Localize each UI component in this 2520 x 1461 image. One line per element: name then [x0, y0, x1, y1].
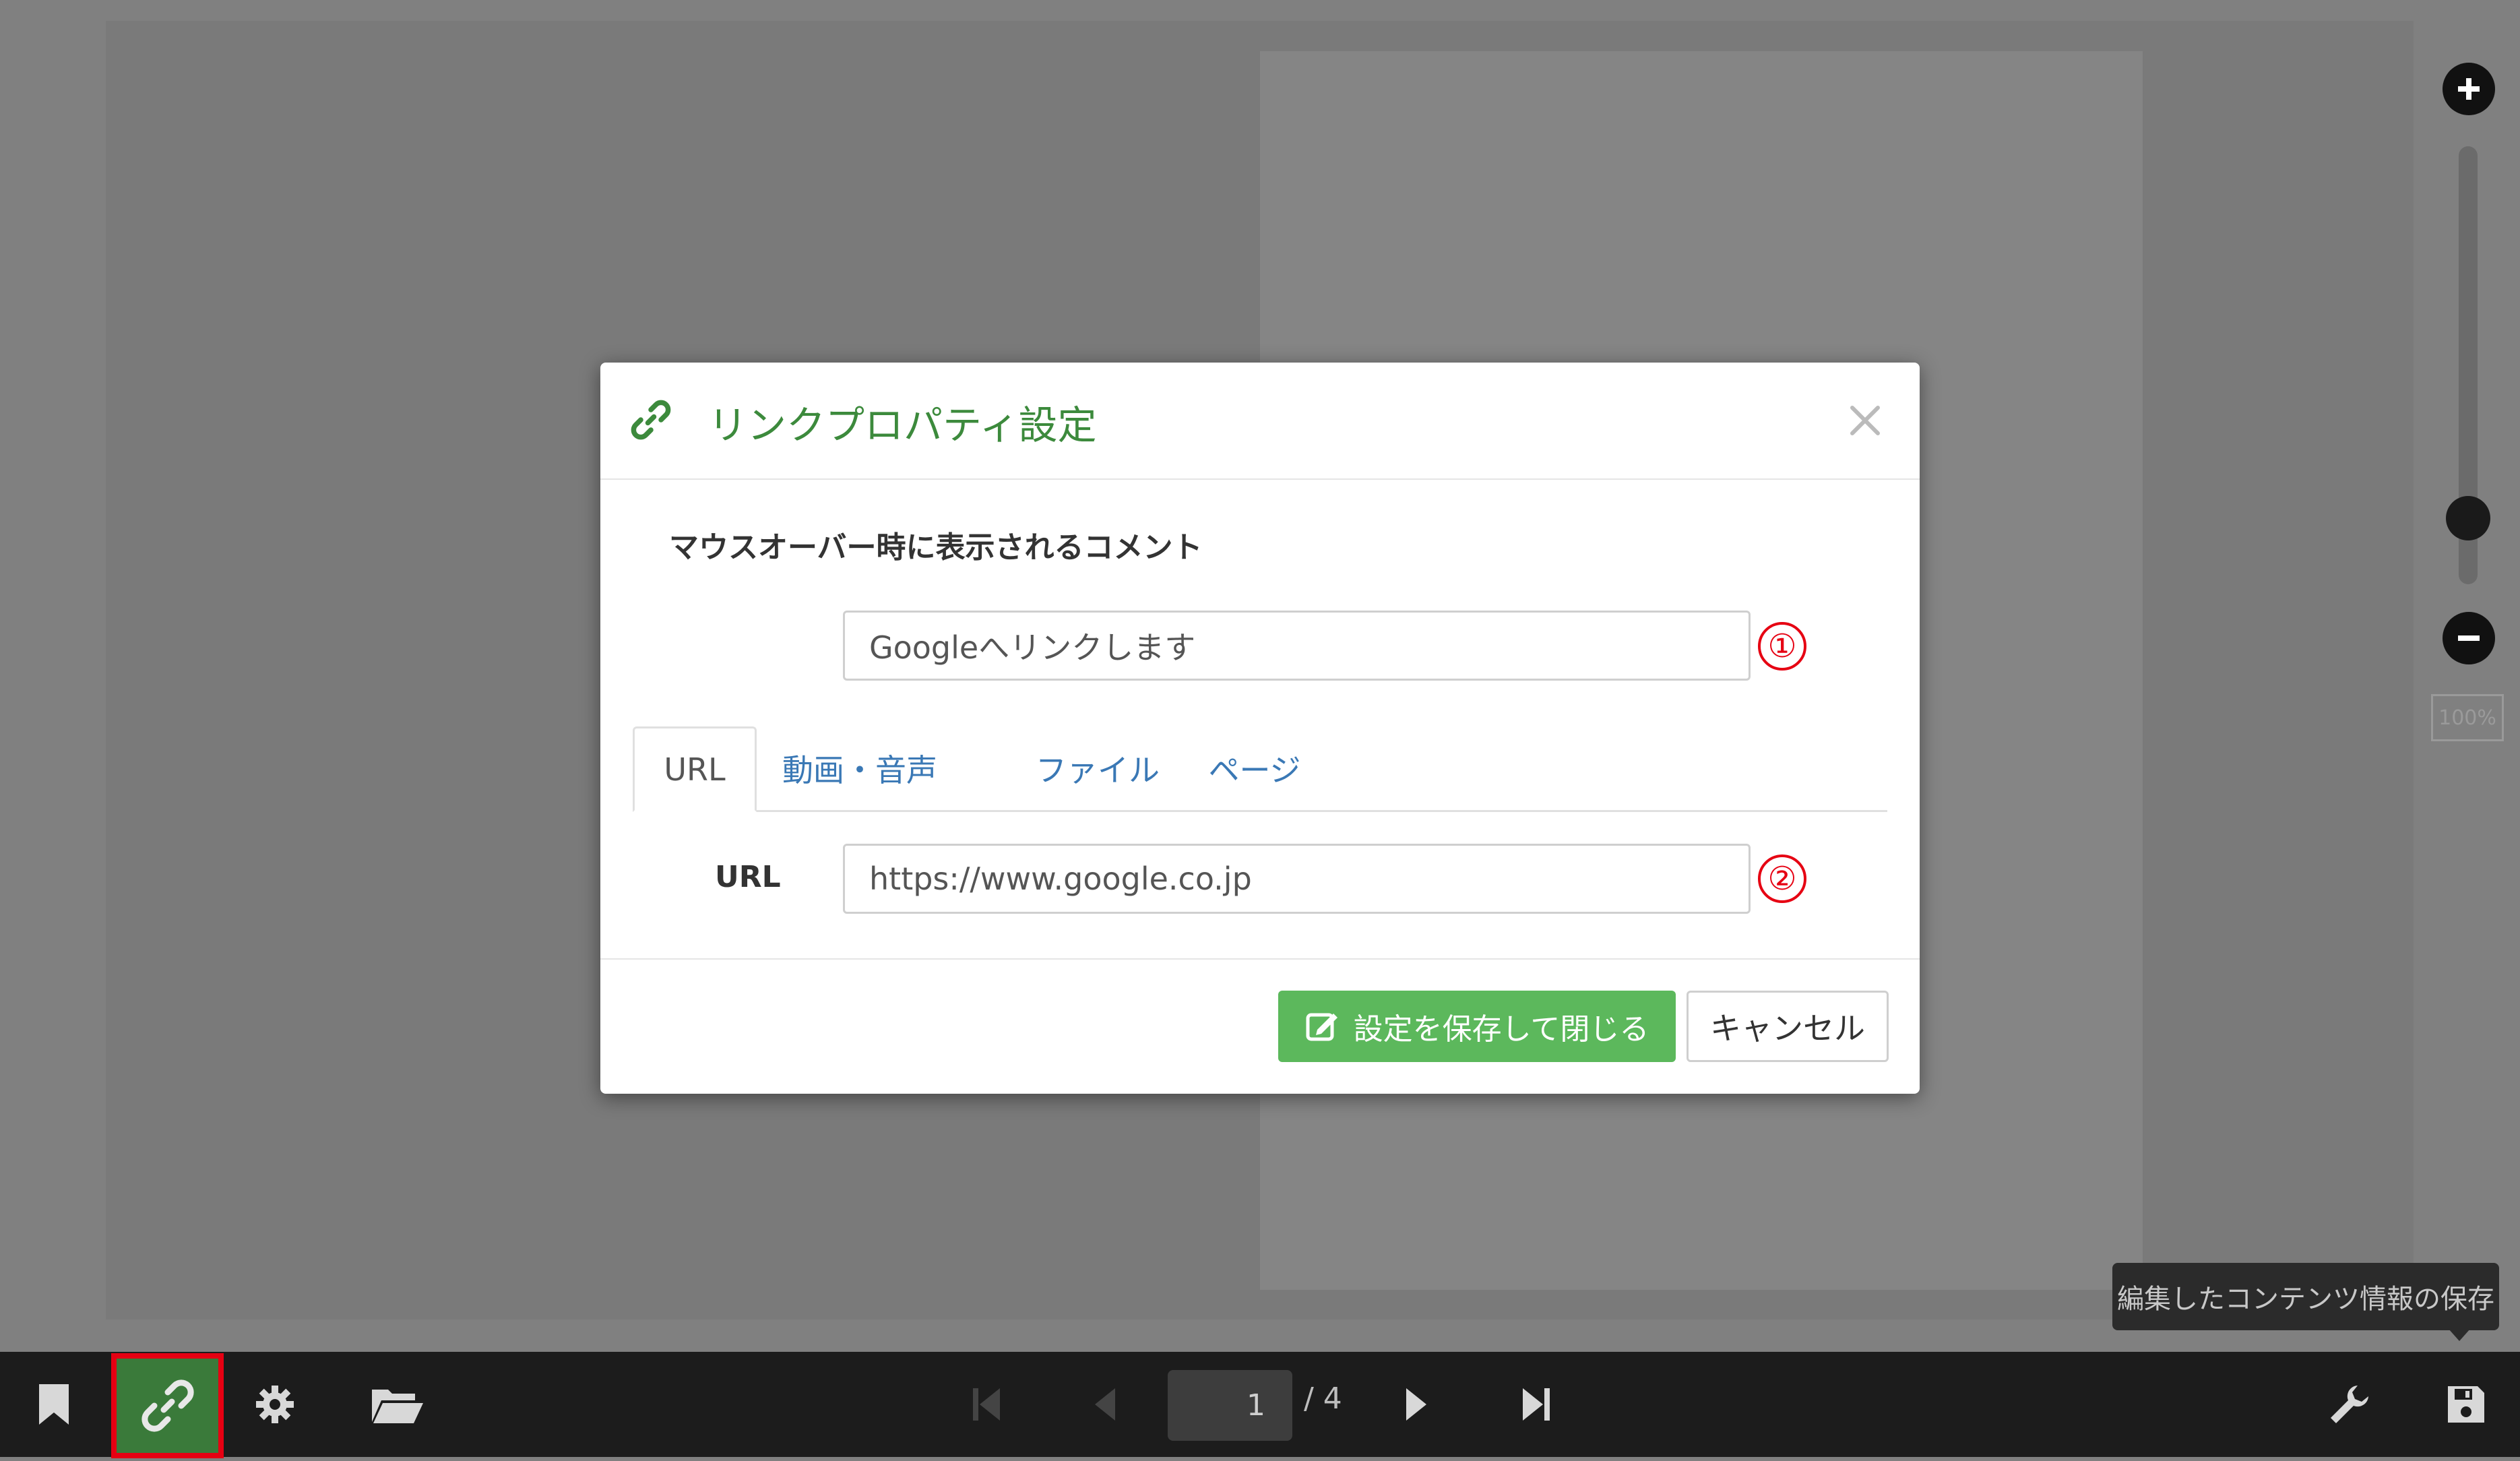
prev-page-button[interactable] [1078, 1377, 1132, 1431]
prev-page-icon [1095, 1388, 1115, 1421]
tab-file[interactable]: ファイル [1036, 726, 1160, 810]
zoom-out-button[interactable] [2443, 612, 2495, 664]
tab-page[interactable]: ページ [1207, 726, 1302, 810]
bookmark-icon [39, 1384, 69, 1425]
dialog-header: リンクプロパティ設定 [600, 363, 1920, 480]
save-icon [2448, 1386, 2484, 1423]
close-button[interactable] [1842, 398, 1888, 443]
link-tool-button[interactable] [111, 1353, 224, 1458]
save-and-close-button[interactable]: 設定を保存して閉じる [1278, 991, 1676, 1062]
next-page-icon [1406, 1388, 1426, 1421]
open-folder-button[interactable] [367, 1377, 428, 1431]
zoom-level-indicator: 100% [2431, 694, 2504, 741]
zoom-in-button[interactable] [2443, 63, 2495, 115]
plus-icon [2458, 78, 2480, 100]
close-icon [1850, 406, 1880, 435]
page-total: / 4 [1304, 1381, 1342, 1416]
first-page-icon [973, 1388, 1000, 1421]
url-input[interactable] [843, 844, 1751, 914]
next-page-button[interactable] [1389, 1377, 1443, 1431]
settings-button[interactable] [248, 1377, 302, 1431]
first-page-button[interactable] [959, 1377, 1013, 1431]
zoom-slider-handle[interactable] [2446, 496, 2490, 540]
dialog-footer-divider [600, 958, 1920, 960]
save-button[interactable] [2439, 1377, 2493, 1431]
comment-label: マウスオーバー時に表示されるコメント [669, 530, 1203, 565]
wrench-icon [2331, 1386, 2368, 1423]
comment-input[interactable] [843, 611, 1751, 681]
link-type-tabs: URL 動画・音声 ファイル ページ [633, 726, 1887, 812]
link-properties-dialog: リンクプロパティ設定 マウスオーバー時に表示されるコメント ① URL 動画・音… [600, 363, 1920, 1094]
link-icon [141, 1379, 194, 1432]
link-icon [631, 400, 671, 440]
annotation-marker-2: ② [1758, 854, 1806, 903]
page-number-input[interactable] [1168, 1370, 1292, 1441]
save-and-close-label: 設定を保存して閉じる [1353, 1012, 1649, 1047]
folder-open-icon [372, 1390, 423, 1423]
gear-icon [256, 1386, 294, 1423]
last-page-icon [1523, 1388, 1550, 1421]
edit-icon [1306, 1013, 1337, 1041]
url-label: URL [715, 860, 781, 894]
save-tooltip: 編集したコンテンツ情報の保存 [2112, 1263, 2499, 1330]
tooltip-arrow [2449, 1329, 2470, 1341]
bookmark-button[interactable] [27, 1377, 81, 1431]
last-page-button[interactable] [1509, 1377, 1563, 1431]
annotation-marker-1: ① [1758, 622, 1806, 671]
tools-button[interactable] [2323, 1377, 2376, 1431]
tab-video-audio[interactable]: 動画・音声 [782, 726, 937, 810]
minus-icon [2458, 635, 2480, 641]
dialog-title: リンクプロパティ設定 [708, 402, 1097, 448]
tab-url[interactable]: URL [633, 726, 757, 812]
cancel-button[interactable]: キャンセル [1687, 991, 1889, 1062]
